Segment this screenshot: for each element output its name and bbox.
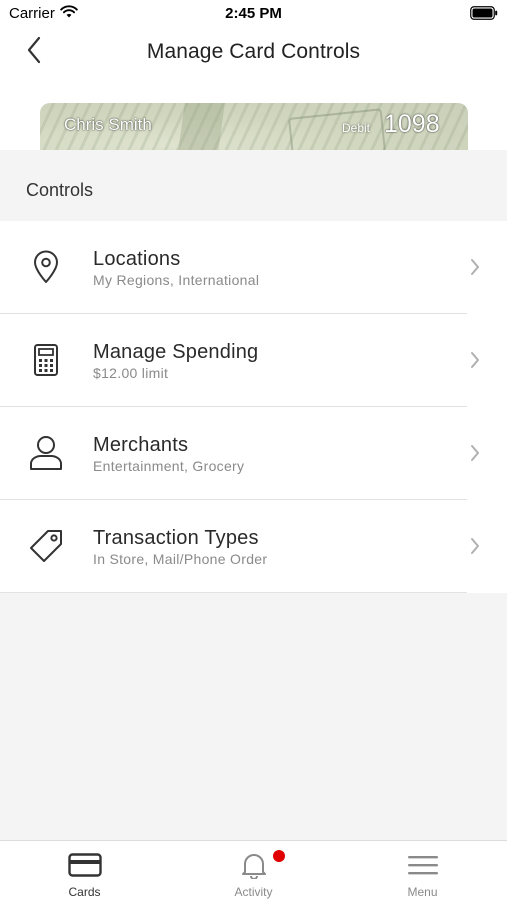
list-item-locations[interactable]: Locations My Regions, International <box>0 221 507 314</box>
list-item-merchants[interactable]: Merchants Entertainment, Grocery <box>0 407 507 500</box>
card-preview-area: Chris Smith Debit 1098 <box>0 88 507 150</box>
tab-cards[interactable]: Cards <box>0 841 169 900</box>
status-bar: Carrier 2:45 PM <box>0 0 507 28</box>
list-item-title: Transaction Types <box>93 527 259 549</box>
calculator-icon <box>26 340 66 380</box>
list-item-title: Merchants <box>93 434 189 456</box>
notification-badge <box>273 850 285 862</box>
chevron-right-icon <box>465 257 485 277</box>
battery-icon <box>470 6 498 24</box>
tab-label: Menu <box>407 885 438 899</box>
list-item-title: Locations <box>93 248 181 270</box>
card-icon <box>0 851 169 879</box>
tab-label: Activity <box>234 885 273 899</box>
card-last-four: 1098 <box>384 110 440 138</box>
bell-icon <box>169 851 338 879</box>
navigation-bar: Manage Card Controls <box>0 28 507 88</box>
status-time: 2:45 PM <box>225 5 282 22</box>
chevron-right-icon <box>465 443 485 463</box>
hamburger-icon <box>338 851 507 879</box>
controls-list: Locations My Regions, International Mana… <box>0 221 507 593</box>
tab-bar: Cards Activity Menu <box>0 840 507 900</box>
debit-card-image[interactable]: Chris Smith Debit 1098 <box>40 103 468 150</box>
page-title: Manage Card Controls <box>146 40 361 63</box>
section-title: Controls <box>26 180 94 200</box>
tab-menu[interactable]: Menu <box>338 841 507 900</box>
list-item-subtitle: $12.00 limit <box>93 365 169 381</box>
person-icon <box>26 433 66 473</box>
tag-icon <box>26 526 66 566</box>
chevron-right-icon <box>465 536 485 556</box>
list-item-manage-spending[interactable]: Manage Spending $12.00 limit <box>0 314 507 407</box>
list-item-subtitle: Entertainment, Grocery <box>93 458 245 474</box>
tab-label: Cards <box>68 885 101 899</box>
chevron-right-icon <box>465 350 485 370</box>
card-holder-name: Chris Smith <box>64 115 152 134</box>
tab-activity[interactable]: Activity <box>169 841 338 900</box>
card-type-label: Debit <box>342 121 371 135</box>
list-item-title: Manage Spending <box>93 341 259 363</box>
list-item-transaction-types[interactable]: Transaction Types In Store, Mail/Phone O… <box>0 500 507 593</box>
list-item-subtitle: My Regions, International <box>93 272 260 288</box>
list-item-subtitle: In Store, Mail/Phone Order <box>93 551 268 567</box>
controls-section-header: Controls <box>0 150 507 221</box>
location-pin-icon <box>26 247 66 287</box>
